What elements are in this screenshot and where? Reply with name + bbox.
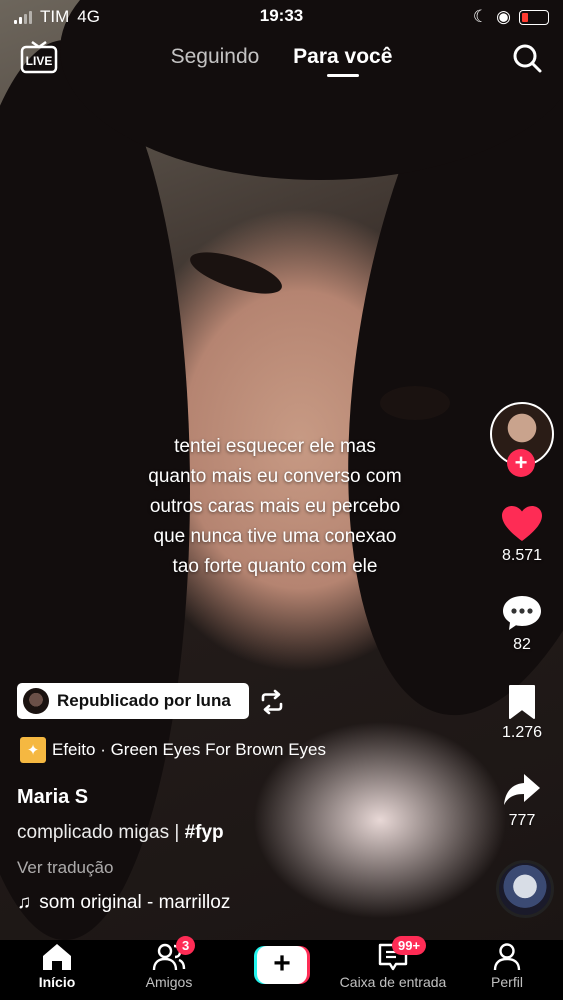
share-arrow-icon	[504, 774, 540, 805]
tab-following[interactable]: Seguindo	[171, 45, 260, 68]
see-translation-link[interactable]: Ver tradução	[17, 858, 113, 878]
repost-badge[interactable]: Republicado por luna	[17, 683, 249, 719]
nav-friends[interactable]: Amigos	[114, 942, 224, 990]
music-note-icon: ♫	[17, 892, 32, 913]
like-button[interactable]: 8.571	[492, 505, 552, 565]
comment-icon	[503, 596, 541, 630]
home-icon	[43, 944, 71, 970]
video-caption: tentei esquecer ele mas quanto mais eu c…	[110, 432, 440, 582]
caption-line: outros caras mais eu percebo	[149, 496, 401, 517]
caption-line: que nunca tive uma conexao	[153, 526, 397, 547]
tab-for-you[interactable]: Para você	[293, 45, 392, 68]
caption-line: quanto mais eu converso com	[148, 466, 402, 487]
comment-count: 82	[513, 636, 531, 653]
battery-icon	[519, 9, 549, 25]
nav-inbox-label: Caixa de entrada	[339, 974, 447, 990]
share-count: 777	[508, 812, 536, 829]
caption-line: tao forte quanto com ele	[172, 556, 378, 577]
effect-link[interactable]: ✦ Efeito · Green Eyes For Brown Eyes	[20, 737, 326, 763]
top-nav: LIVE Seguindo Para você	[0, 40, 563, 80]
effect-label: Efeito · Green Eyes For Brown Eyes	[52, 740, 326, 759]
save-button[interactable]: 1.276	[492, 684, 552, 742]
sound-label: som original - marrilloz	[39, 892, 231, 913]
moon-icon: ☾	[472, 7, 489, 26]
nav-home[interactable]: Início	[2, 942, 112, 990]
comment-button[interactable]: 82	[492, 594, 552, 654]
plus-icon: +	[257, 946, 307, 984]
description-text: complicado migas |	[17, 822, 185, 843]
hashtag-link[interactable]: #fyp	[185, 822, 224, 843]
repost-label: Republicado por luna	[57, 691, 231, 710]
bookmark-icon	[509, 685, 535, 719]
caption-line: tentei esquecer ele mas	[174, 436, 376, 457]
nav-friends-label: Amigos	[145, 974, 193, 990]
nav-profile[interactable]: Perfil	[452, 942, 562, 990]
heart-icon	[502, 506, 542, 541]
profile-icon	[493, 943, 521, 971]
save-count: 1.276	[501, 724, 543, 741]
orientation-lock-icon: ◉	[496, 7, 511, 26]
search-icon[interactable]	[511, 42, 543, 74]
effect-icon: ✦	[20, 737, 46, 763]
create-button[interactable]: +	[254, 946, 310, 984]
nav-profile-label: Perfil	[491, 974, 523, 990]
sound-link[interactable]: ♫ som original - marrilloz	[17, 892, 230, 914]
post-description: complicado migas | #fyp	[17, 822, 224, 844]
follow-plus-icon[interactable]: +	[507, 449, 535, 477]
username[interactable]: Maria S	[17, 786, 88, 809]
nav-home-label: Início	[38, 974, 76, 990]
status-bar: TIM 4G 19:33 ☾ ◉	[0, 0, 563, 34]
reposter-avatar	[23, 688, 49, 714]
sound-disc-icon[interactable]	[496, 860, 554, 918]
inbox-badge: 99+	[392, 936, 427, 955]
repost-icon[interactable]	[258, 688, 286, 716]
like-count: 8.571	[501, 547, 543, 564]
share-button[interactable]: 777	[492, 772, 552, 830]
